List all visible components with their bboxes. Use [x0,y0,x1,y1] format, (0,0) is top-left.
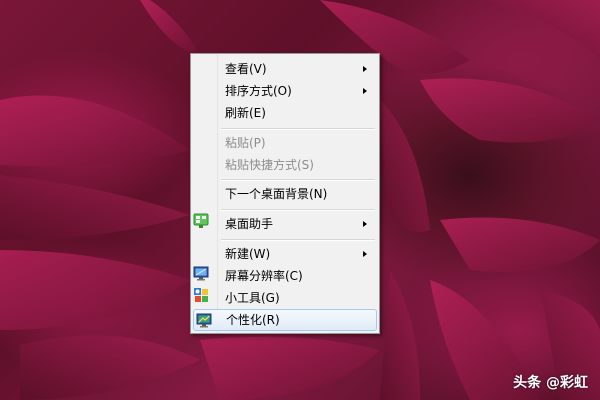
menu-item-screen-resolution[interactable]: 屏幕分辨率(C) [193,265,377,287]
menu-item-label: 桌面助手 [225,217,274,231]
menu-separator [221,128,375,130]
menu-item-view[interactable]: 查看(V) [193,58,377,80]
menu-item-new[interactable]: 新建(W) [193,243,377,265]
menu-item-label: 排序方式(O) [225,84,292,98]
menu-item-paste[interactable]: 粘贴(P) [193,132,377,154]
gadgets-icon [194,288,208,302]
menu-item-personalize[interactable]: 个性化(R) [193,309,377,331]
menu-item-refresh[interactable]: 刷新(E) [193,102,377,124]
menu-item-label: 下一个桌面背景(N) [225,187,328,201]
menu-item-next-desktop-background[interactable]: 下一个桌面背景(N) [193,183,377,205]
desktop-assistant-icon [193,213,209,228]
menu-item-desktop-assistant[interactable]: 桌面助手 [193,213,377,235]
submenu-arrow-icon [363,66,367,72]
menu-item-label: 屏幕分辨率(C) [225,269,303,283]
menu-item-label: 查看(V) [225,62,267,76]
menu-item-paste-shortcut[interactable]: 粘贴快捷方式(S) [193,154,377,176]
submenu-arrow-icon [363,88,367,94]
personalize-icon [196,313,212,328]
monitor-icon [193,266,209,281]
submenu-arrow-icon [363,251,367,257]
menu-separator [221,239,375,241]
menu-item-gadgets[interactable]: 小工具(G) [193,287,377,309]
menu-item-label: 粘贴快捷方式(S) [225,158,314,172]
desktop-context-menu: 查看(V) 排序方式(O) 刷新(E) 粘贴(P) 粘贴快捷方式(S) 下一个桌… [190,53,380,334]
menu-item-label: 刷新(E) [225,106,266,120]
watermark-text: 头条 @彩虹 [513,375,588,391]
submenu-arrow-icon [363,221,367,227]
menu-separator [221,179,375,181]
menu-item-label: 新建(W) [225,247,271,261]
menu-separator [221,209,375,211]
desktop-wallpaper[interactable]: 查看(V) 排序方式(O) 刷新(E) 粘贴(P) 粘贴快捷方式(S) 下一个桌… [0,0,600,400]
menu-item-label: 小工具(G) [225,291,280,305]
menu-item-sort-by[interactable]: 排序方式(O) [193,80,377,102]
menu-item-label: 个性化(R) [226,313,280,327]
menu-item-label: 粘贴(P) [225,136,266,150]
